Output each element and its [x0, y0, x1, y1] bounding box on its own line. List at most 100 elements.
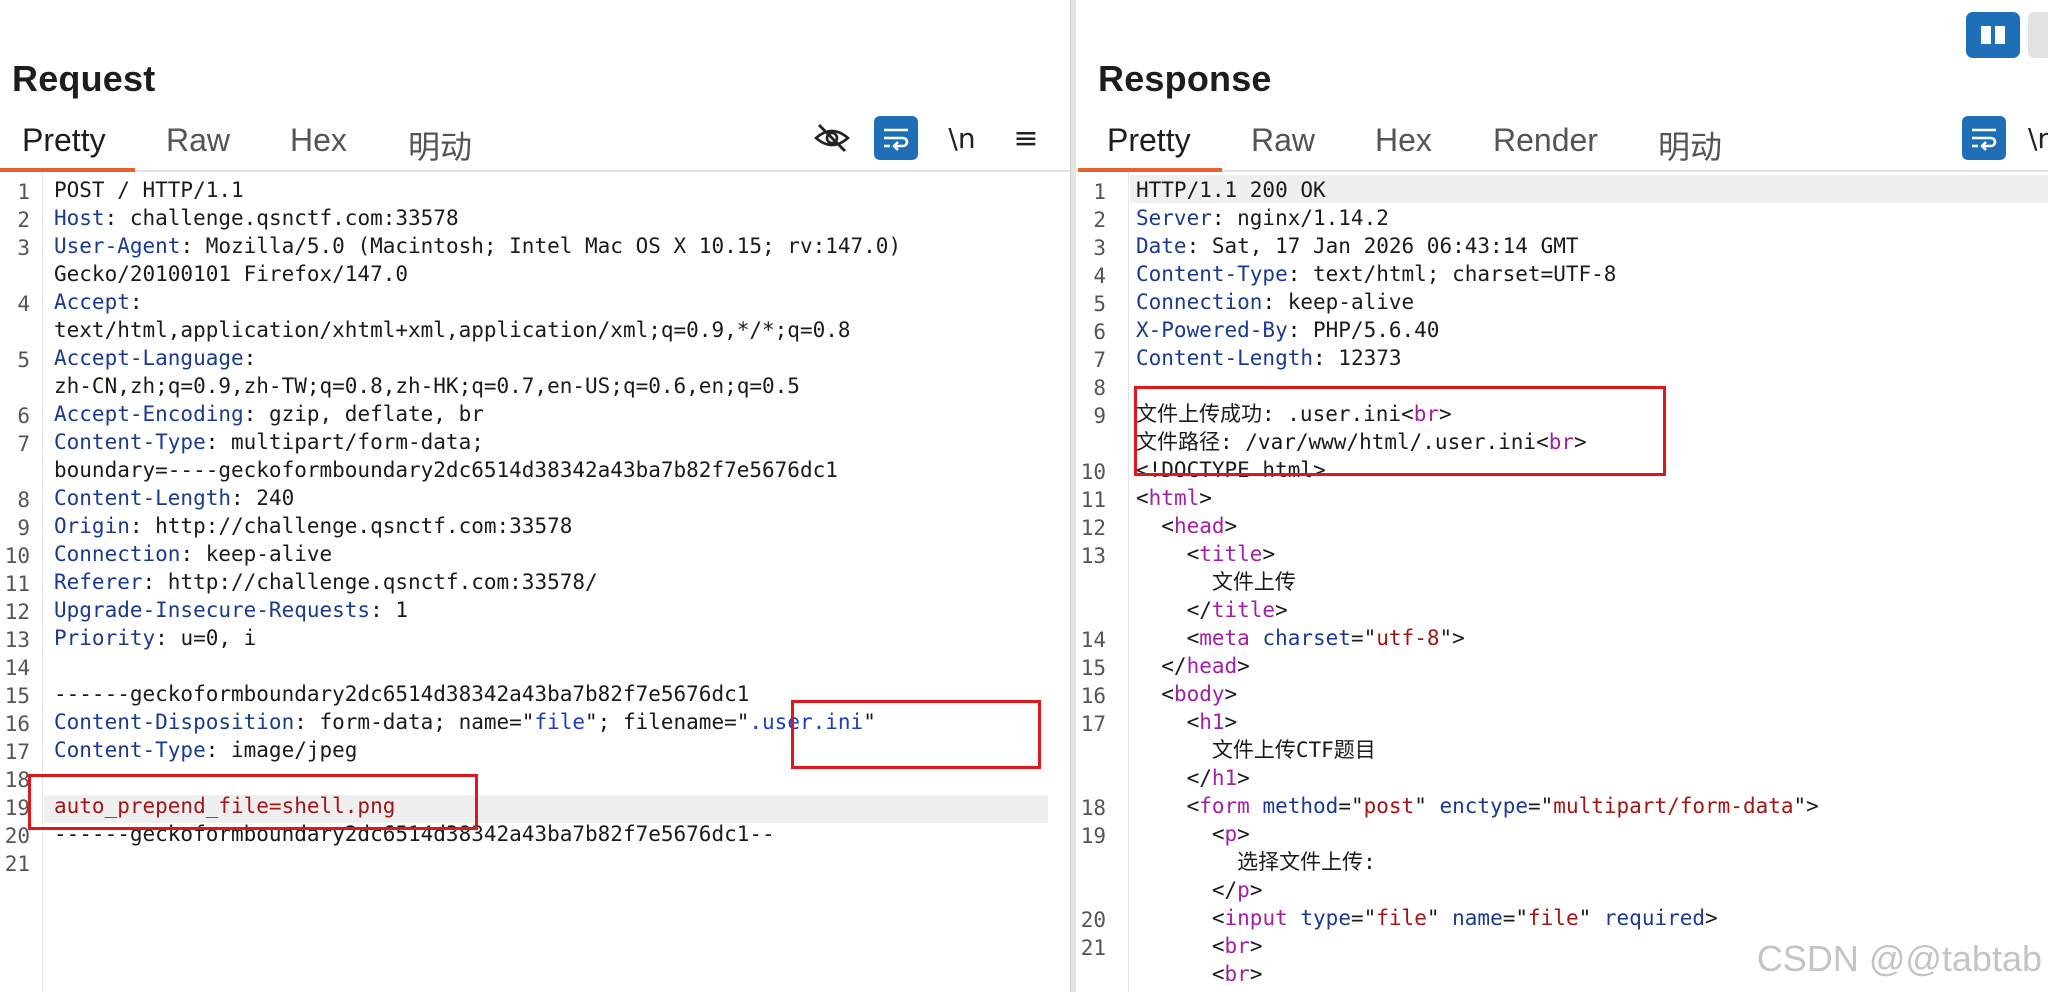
response-code-line: Date: Sat, 17 Jan 2026 06:43:14 GMT — [1136, 234, 1579, 258]
response-code-line: X-Powered-By: PHP/5.6.40 — [1136, 318, 1440, 342]
response-code-line: <input type="file" name="file" required> — [1136, 906, 1718, 930]
request-code-line: Gecko/20100101 Firefox/147.0 — [54, 262, 409, 286]
hide-nonprintable-icon[interactable] — [810, 116, 854, 160]
request-code-line: Accept-Language: — [54, 346, 257, 370]
request-line-number: 19 — [4, 796, 30, 820]
request-code-line: Origin: http://challenge.qsnctf.com:3357… — [54, 514, 573, 538]
response-code-line: Connection: keep-alive — [1136, 290, 1415, 314]
request-tab-inspector[interactable]: 明动 — [408, 122, 472, 168]
request-line-number: 3 — [17, 236, 30, 260]
request-code-line: Upgrade-Insecure-Requests: 1 — [54, 598, 409, 622]
response-wrap-lines-icon[interactable] — [1962, 116, 2006, 160]
response-code-line: <p> — [1136, 822, 1250, 846]
request-code-line: Content-Type: image/jpeg — [54, 738, 358, 762]
request-code-line: boundary=----geckoformboundary2dc6514d38… — [54, 458, 838, 482]
response-line-number: 16 — [1080, 684, 1106, 708]
request-title: Request — [12, 58, 156, 99]
request-line-number: 15 — [4, 684, 30, 708]
response-line-number: 15 — [1080, 656, 1106, 680]
menu-icon[interactable]: ≡ — [1004, 116, 1048, 160]
response-code-line: 文件上传 — [1136, 570, 1296, 594]
request-line-number: 12 — [4, 600, 30, 624]
response-code-line: 文件上传CTF题目 — [1136, 738, 1376, 762]
response-tab-pretty[interactable]: Pretty — [1107, 122, 1191, 159]
response-code-line: <meta charset="utf-8"> — [1136, 626, 1465, 650]
response-code-line: <title> — [1136, 542, 1276, 566]
request-line-number: 9 — [17, 516, 30, 540]
response-title: Response — [1098, 58, 1272, 99]
response-code-line: </h1> — [1136, 766, 1250, 790]
request-line-number: 6 — [17, 404, 30, 428]
request-tab-pretty[interactable]: Pretty — [22, 122, 106, 159]
response-code-line: Content-Type: text/html; charset=UTF-8 — [1136, 262, 1617, 286]
annotation-box-payload — [28, 774, 478, 830]
request-line-number: 21 — [4, 852, 30, 876]
request-code-line: Accept-Encoding: gzip, deflate, br — [54, 402, 484, 426]
request-code-line: Priority: u=0, i — [54, 626, 257, 650]
response-line-number: 20 — [1080, 908, 1106, 932]
request-code-line: zh-CN,zh;q=0.9,zh-TW;q=0.8,zh-HK;q=0.7,e… — [54, 374, 800, 398]
request-editor[interactable]: 1 2 3 4 5 6 7 8 9 10 11 12 13 14 15 16 17 18 19 20 21 POST /… — [0, 172, 1070, 992]
response-code-line: <body> — [1136, 682, 1238, 706]
wrap-lines-icon[interactable] — [874, 116, 918, 160]
layout-toggle-icon[interactable] — [1966, 12, 2020, 58]
response-code-line: HTTP/1.1 200 OK — [1136, 178, 1326, 202]
response-line-number: 8 — [1093, 376, 1106, 400]
response-tab-render[interactable]: Render — [1493, 122, 1598, 159]
request-line-number: 20 — [4, 824, 30, 848]
watermark: CSDN @@tabtab — [1756, 938, 2042, 979]
request-line-number: 7 — [17, 432, 30, 456]
response-code-line: Server: nginx/1.14.2 — [1136, 206, 1389, 230]
response-line-number: 17 — [1080, 712, 1106, 736]
response-tab-inspector[interactable]: 明动 — [1658, 122, 1722, 168]
request-code-line: ------geckoformboundary2dc6514d38342a43b… — [54, 682, 750, 706]
response-code-line: </title> — [1136, 598, 1288, 622]
response-newline-toggle[interactable]: \n — [2028, 116, 2048, 160]
response-line-number: 1 — [1093, 180, 1106, 204]
response-tab-hex[interactable]: Hex — [1375, 122, 1432, 159]
request-code-line: POST / HTTP/1.1 — [54, 178, 244, 202]
response-code-line: </p> — [1136, 878, 1263, 902]
request-line-number: 1 — [17, 180, 30, 204]
response-line-number: 7 — [1093, 348, 1106, 372]
request-tab-raw[interactable]: Raw — [166, 122, 230, 159]
response-line-number: 6 — [1093, 320, 1106, 344]
newline-toggle[interactable]: \n — [940, 116, 984, 160]
request-line-number: 14 — [4, 656, 30, 680]
request-code-line: Connection: keep-alive — [54, 542, 333, 566]
request-code-line: Accept: — [54, 290, 143, 314]
response-line-number: 9 — [1093, 404, 1106, 428]
response-line-number: 11 — [1080, 488, 1106, 512]
request-line-number: 5 — [17, 348, 30, 372]
response-line-number: 13 — [1080, 544, 1106, 568]
request-line-number: 2 — [17, 208, 30, 232]
request-tab-hex[interactable]: Hex — [290, 122, 347, 159]
response-code-line: <html> — [1136, 486, 1212, 510]
response-tabs: Pretty Raw Hex Render 明动 — [1076, 118, 2048, 172]
response-code-line: Content-Length: 12373 — [1136, 346, 1402, 370]
response-code-line: <form method="post" enctype="multipart/f… — [1136, 794, 1819, 818]
response-pane: Response Pretty Raw Hex Render 明动 \n 123… — [1076, 0, 2048, 992]
response-line-number: 19 — [1080, 824, 1106, 848]
response-line-number: 18 — [1080, 796, 1106, 820]
request-line-number: 8 — [17, 488, 30, 512]
request-code-line: Content-Disposition: form-data; name="fi… — [54, 710, 876, 734]
request-code-line: Content-Type: multipart/form-data; — [54, 430, 484, 454]
request-line-number: 13 — [4, 628, 30, 652]
request-line-gutter: 1 2 3 4 5 6 7 8 9 10 11 12 13 14 15 16 17 18 19 20 21 — [0, 172, 43, 992]
request-code-line: text/html,application/xhtml+xml,applicat… — [54, 318, 851, 342]
request-code-line: User-Agent: Mozilla/5.0 (Macintosh; Inte… — [54, 234, 902, 258]
response-tab-raw[interactable]: Raw — [1251, 122, 1315, 159]
response-line-number: 4 — [1093, 264, 1106, 288]
response-code-line: <head> — [1136, 514, 1238, 538]
layout-alt-icon[interactable] — [2028, 12, 2048, 58]
response-line-number: 10 — [1080, 460, 1106, 484]
response-line-gutter: 1 2 3 4 5 6 7 8 9 10 11 12 13 14 15 16 17 18 19 20 21 — [1076, 172, 1129, 992]
response-line-number: 21 — [1080, 936, 1106, 960]
request-line-number: 16 — [4, 712, 30, 736]
response-code-line: <br> — [1136, 962, 1263, 986]
response-line-number: 5 — [1093, 292, 1106, 316]
response-editor[interactable]: 1 2 3 4 5 6 7 8 9 10 11 12 13 14 15 16 17 18 19 20 21 HTTP/1… — [1076, 172, 2048, 992]
request-line-number: 4 — [17, 292, 30, 316]
annotation-box-upload-result — [1134, 386, 1666, 476]
